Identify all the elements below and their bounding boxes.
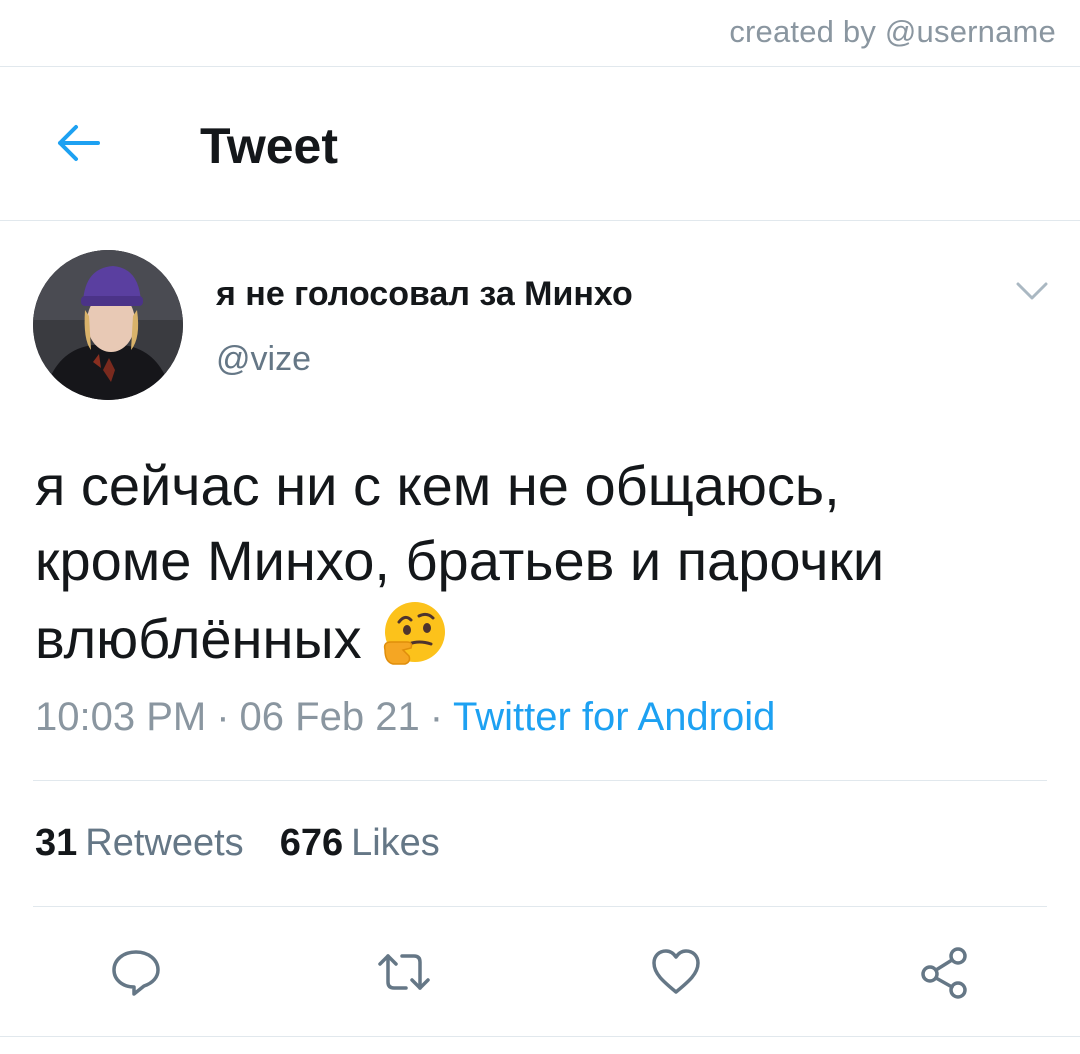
tweet-screen: created by @username Tweet я не голосова… bbox=[0, 0, 1080, 1054]
tweet-text: я сейчас ни с кем не общаюсь, кроме Минх… bbox=[35, 448, 1045, 676]
thinking-face-icon bbox=[384, 602, 446, 665]
page-title: Tweet bbox=[200, 118, 338, 174]
avatar-image bbox=[33, 250, 183, 400]
meta-separator: · bbox=[216, 695, 230, 739]
tweet-text-line: кроме Минхо, братьев и парочки bbox=[35, 529, 885, 592]
reply-button[interactable] bbox=[104, 940, 168, 1004]
tweet-date: 06 Feb 21 bbox=[239, 695, 420, 739]
author-handle[interactable]: @vize bbox=[216, 340, 311, 379]
tweet-stats: 31 Retweets 676 Likes bbox=[35, 822, 476, 865]
retweet-icon bbox=[378, 954, 430, 990]
tweet-time: 10:03 PM bbox=[35, 695, 207, 739]
retweets-count: 31 bbox=[35, 822, 78, 864]
divider bbox=[33, 780, 1047, 781]
header: Tweet bbox=[0, 67, 1080, 221]
retweets-stat[interactable]: 31 Retweets bbox=[35, 822, 244, 865]
avatar[interactable] bbox=[33, 250, 183, 400]
share-icon bbox=[921, 947, 967, 999]
like-icon bbox=[652, 949, 700, 994]
tweet-menu-button[interactable] bbox=[1012, 276, 1052, 306]
tweet-source-link[interactable]: Twitter for Android bbox=[453, 695, 775, 739]
back-button[interactable] bbox=[50, 115, 106, 171]
credit-text: created by @username bbox=[729, 14, 1056, 49]
divider bbox=[33, 906, 1047, 907]
divider bbox=[0, 1036, 1080, 1037]
likes-label: Likes bbox=[351, 822, 440, 864]
chevron-down-icon bbox=[1016, 282, 1048, 300]
meta-separator: · bbox=[429, 695, 444, 739]
reply-icon bbox=[112, 950, 160, 996]
likes-count: 676 bbox=[279, 822, 344, 864]
tweet-meta: 10:03 PM · 06 Feb 21 · Twitter for Android bbox=[35, 695, 775, 740]
arrow-left-icon bbox=[58, 125, 100, 161]
like-button[interactable] bbox=[644, 940, 708, 1004]
tweet-text-line: влюблённых bbox=[35, 598, 1045, 676]
likes-stat[interactable]: 676 Likes bbox=[280, 822, 440, 865]
tweet-text-line-content: влюблённых bbox=[35, 607, 362, 670]
share-button[interactable] bbox=[912, 940, 976, 1004]
author-display-name[interactable]: я не голосовал за Минхо bbox=[216, 275, 633, 314]
retweets-label: Retweets bbox=[85, 822, 244, 864]
retweet-button[interactable] bbox=[372, 940, 436, 1004]
tweet-text-line: я сейчас ни с кем не общаюсь, bbox=[35, 454, 840, 517]
credit-bar: created by @username bbox=[0, 0, 1080, 67]
action-bar bbox=[0, 940, 1080, 1004]
